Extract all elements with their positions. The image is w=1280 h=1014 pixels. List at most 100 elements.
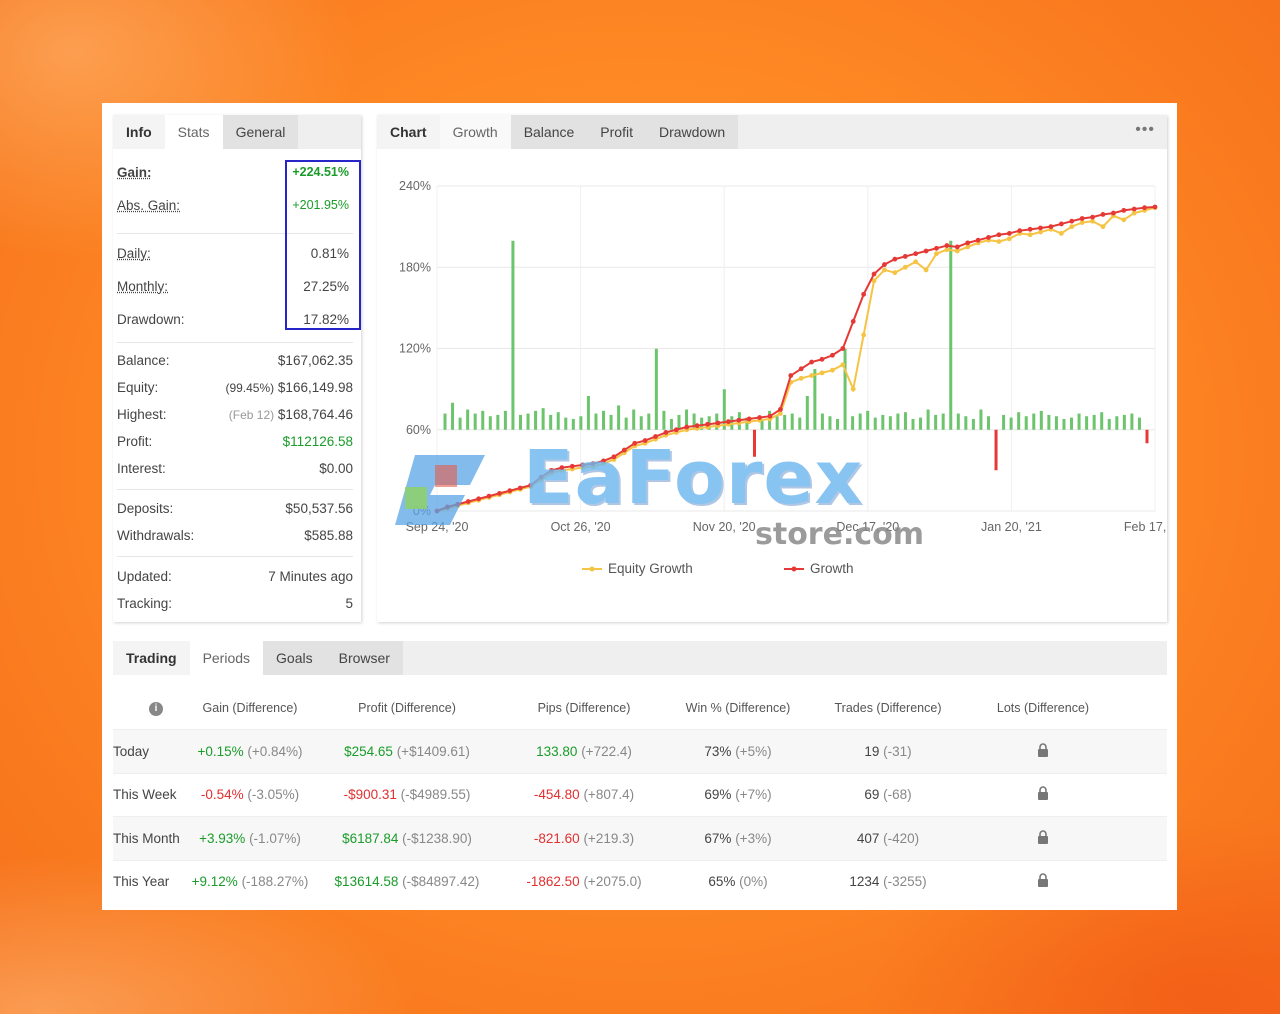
header-trades[interactable]: Trades (Difference) [813, 701, 963, 715]
header-win[interactable]: Win % (Difference) [663, 701, 813, 715]
withdrawals-row: Withdrawals: $585.88 [117, 528, 353, 543]
bottom-tabbar: Trading Periods Goals Browser [113, 641, 1167, 675]
tab-general[interactable]: General [222, 115, 299, 149]
x-tick-label: Sep 24, '20 [406, 520, 469, 534]
tab-browser[interactable]: Browser [325, 641, 403, 675]
tab-drawdown[interactable]: Drawdown [645, 115, 739, 149]
tab-trading[interactable]: Trading [113, 641, 190, 675]
legend-growth-marker-icon [784, 566, 804, 571]
info-icon[interactable]: i [113, 700, 191, 716]
tab-growth[interactable]: Growth [439, 115, 511, 149]
daily-bar [964, 416, 968, 430]
daily-bar [1107, 418, 1111, 430]
updated-value: 7 Minutes ago [268, 569, 353, 584]
daily-bar [466, 409, 470, 430]
equity-growth-point [1069, 224, 1075, 230]
abs-gain-label[interactable]: Abs. Gain: [117, 198, 180, 213]
lock-icon[interactable] [963, 786, 1123, 803]
profit-value: $112126.58 [282, 434, 353, 449]
tab-balance[interactable]: Balance [510, 115, 588, 149]
legend-equity-growth[interactable]: Equity Growth [582, 561, 693, 576]
daily-bar [639, 416, 643, 430]
daily-bar [1032, 413, 1036, 430]
period-label: This Week [113, 787, 177, 803]
daily-bar [888, 416, 892, 430]
daily-bar [873, 417, 877, 430]
y-tick-label: 120% [399, 342, 431, 356]
period-label: This Year [113, 874, 170, 890]
header-pips[interactable]: Pips (Difference) [505, 701, 663, 715]
growth-point [996, 232, 1002, 238]
daily-bar [798, 417, 802, 430]
growth-point [455, 501, 461, 507]
equity-growth-point [1121, 217, 1127, 223]
growth-point [923, 248, 929, 254]
highest-value: $168,764.46 [277, 407, 353, 422]
tab-stats[interactable]: Stats [164, 115, 223, 149]
header-profit[interactable]: Profit (Difference) [309, 701, 505, 715]
monthly-label[interactable]: Monthly: [117, 279, 168, 294]
daily-bar [903, 412, 907, 430]
more-options-icon[interactable]: ••• [1135, 121, 1155, 139]
info-card: Info Stats General Gain: +224.51% Abs. G… [113, 115, 361, 622]
growth-point [1069, 218, 1075, 224]
deposits-row: Deposits: $50,537.56 [117, 501, 353, 516]
daily-bar [526, 413, 530, 430]
interest-row: Interest: $0.00 [117, 461, 353, 476]
daily-bar [1070, 417, 1074, 430]
growth-point [476, 496, 482, 502]
pips-cell: -454.80 (+807.4) [505, 787, 663, 802]
tab-chart[interactable]: Chart [377, 115, 440, 149]
growth-point [1131, 206, 1137, 212]
daily-bar [722, 389, 726, 430]
legend-growth-label: Growth [810, 561, 854, 576]
legend-growth[interactable]: Growth [784, 561, 854, 576]
daily-bar [1077, 413, 1081, 430]
deposits-value: $50,537.56 [285, 501, 353, 516]
win-cell-value: 73% [704, 743, 732, 759]
tab-profit[interactable]: Profit [587, 115, 646, 149]
growth-point [1038, 225, 1043, 231]
tab-info[interactable]: Info [113, 115, 165, 149]
highest-date: (Feb 12) [228, 408, 275, 422]
daily-bar [503, 410, 507, 430]
equity-growth-point [1100, 224, 1106, 230]
daily-bar [677, 414, 681, 430]
tracking-value[interactable]: 5 [345, 596, 353, 611]
tab-goals[interactable]: Goals [263, 641, 326, 675]
header-gain[interactable]: Gain (Difference) [191, 701, 309, 715]
equity-growth-point [819, 370, 825, 376]
daily-bar [481, 410, 485, 430]
updated-label: Updated: [117, 569, 172, 584]
growth-point [1048, 224, 1054, 230]
daily-bar [1009, 417, 1013, 430]
divider [117, 342, 353, 343]
x-tick-label: Feb 17, '21 [1124, 520, 1167, 534]
growth-point [1100, 212, 1106, 217]
daily-bar [881, 414, 885, 430]
header-lots[interactable]: Lots (Difference) [963, 701, 1123, 715]
gain-cell-value: +0.15% [197, 743, 244, 759]
lock-icon[interactable] [963, 873, 1123, 890]
daily-bar [971, 418, 975, 430]
legend-equity-marker-icon [582, 566, 602, 571]
daily-bar [1054, 416, 1058, 430]
profit-cell-diff: (-$84897.42) [398, 874, 480, 890]
growth-point [1152, 204, 1158, 210]
gain-cell: +3.93% (-1.07%) [191, 831, 309, 846]
growth-point [965, 240, 971, 246]
lock-icon[interactable] [963, 830, 1123, 847]
daily-bar [1047, 414, 1051, 430]
daily-bar [858, 413, 862, 430]
growth-point [611, 454, 617, 460]
gain-label[interactable]: Gain: [117, 165, 152, 180]
lock-icon[interactable] [963, 743, 1123, 760]
tab-periods[interactable]: Periods [189, 641, 264, 675]
daily-label[interactable]: Daily: [117, 246, 151, 261]
trades-cell-value: 69 [864, 787, 880, 803]
equity-growth-point [830, 367, 835, 373]
profit-cell-value: $6187.84 [342, 830, 399, 846]
daily-bar [986, 416, 990, 430]
gain-cell-diff: (-1.07%) [245, 830, 301, 846]
period-label: Today [113, 743, 150, 759]
